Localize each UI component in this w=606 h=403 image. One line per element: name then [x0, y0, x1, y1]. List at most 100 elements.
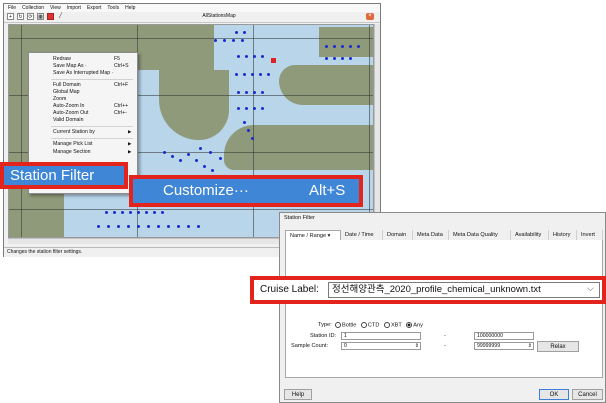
- station-dot[interactable]: [203, 165, 206, 168]
- station-dot[interactable]: [137, 225, 140, 228]
- map-tab-title[interactable]: AllStationsMap: [78, 13, 360, 20]
- station-dot[interactable]: [357, 45, 360, 48]
- sample-count-max-field[interactable]: 99999999 ⇕: [474, 342, 534, 350]
- station-dot[interactable]: [232, 39, 235, 42]
- station-dot[interactable]: [237, 91, 240, 94]
- station-dot[interactable]: [209, 151, 212, 154]
- vertical-scrollbar[interactable]: [374, 24, 380, 236]
- station-dot[interactable]: [105, 211, 108, 214]
- station-id-max-field[interactable]: 100000000: [474, 332, 534, 340]
- spinner-icon[interactable]: ⇕: [528, 343, 532, 350]
- station-filter-menu-item[interactable]: Station Filter: [0, 162, 128, 189]
- station-dot[interactable]: [267, 73, 270, 76]
- station-dot[interactable]: [219, 157, 222, 160]
- station-dot[interactable]: [261, 55, 264, 58]
- station-dot[interactable]: [247, 129, 250, 132]
- chevron-down-icon[interactable]: ⌵: [587, 283, 594, 294]
- menu-item-manage-pick-list[interactable]: Manage Pick List ▶: [29, 140, 137, 148]
- station-dot[interactable]: [261, 107, 264, 110]
- station-dot[interactable]: [243, 31, 246, 34]
- station-dot[interactable]: [235, 31, 238, 34]
- station-dot[interactable]: [187, 225, 190, 228]
- refresh-icon[interactable]: ↻: [17, 13, 24, 20]
- menu-tools[interactable]: Tools: [107, 4, 119, 12]
- tab-history[interactable]: History: [549, 230, 577, 240]
- pencil-icon[interactable]: ╱: [57, 13, 64, 20]
- station-dot[interactable]: [211, 169, 214, 172]
- station-dot[interactable]: [97, 225, 100, 228]
- station-dot[interactable]: [214, 39, 217, 42]
- spinner-icon[interactable]: ⇕: [415, 343, 419, 350]
- station-dot[interactable]: [137, 211, 140, 214]
- menu-collection[interactable]: Collection: [22, 4, 44, 12]
- tab-meta-data[interactable]: Meta Data: [413, 230, 449, 240]
- help-button[interactable]: Help: [284, 389, 312, 400]
- station-dot[interactable]: [325, 57, 328, 60]
- tab-name-range[interactable]: Name / Range ▾: [285, 230, 341, 240]
- menu-file[interactable]: File: [8, 4, 16, 12]
- station-dot[interactable]: [171, 155, 174, 158]
- station-dot[interactable]: [341, 45, 344, 48]
- station-dot[interactable]: [127, 225, 130, 228]
- sample-count-min-field[interactable]: 0 ⇕: [341, 342, 421, 350]
- tab-meta-data-quality[interactable]: Meta Data Quality: [449, 230, 511, 240]
- radio-xbt[interactable]: [383, 322, 390, 328]
- station-dot[interactable]: [163, 151, 166, 154]
- station-dot[interactable]: [241, 39, 244, 42]
- radio-bottle[interactable]: [335, 322, 341, 328]
- station-dot[interactable]: [113, 211, 116, 214]
- station-dot[interactable]: [129, 211, 132, 214]
- cancel-button[interactable]: Cancel: [572, 389, 603, 400]
- station-dot[interactable]: [253, 107, 256, 110]
- station-dot[interactable]: [147, 225, 150, 228]
- close-tab-icon[interactable]: ×: [366, 13, 374, 20]
- tab-domain[interactable]: Domain: [383, 230, 413, 240]
- station-dot[interactable]: [237, 55, 240, 58]
- menu-item-manage-section[interactable]: Manage Section ▶: [29, 148, 137, 156]
- station-dot[interactable]: [341, 57, 344, 60]
- station-dot[interactable]: [243, 121, 246, 124]
- station-dot[interactable]: [253, 55, 256, 58]
- reload-icon[interactable]: ⟳: [27, 13, 34, 20]
- station-dot[interactable]: [121, 211, 124, 214]
- station-dot[interactable]: [325, 45, 328, 48]
- station-dot[interactable]: [251, 137, 254, 140]
- selected-station-marker[interactable]: [271, 58, 276, 63]
- station-dot[interactable]: [199, 147, 202, 150]
- station-dot[interactable]: [195, 159, 198, 162]
- station-dot[interactable]: [179, 159, 182, 162]
- add-icon[interactable]: +: [7, 13, 14, 20]
- station-dot[interactable]: [253, 91, 256, 94]
- radio-any[interactable]: [406, 322, 413, 328]
- grid-icon[interactable]: ▦: [37, 13, 44, 20]
- station-dot[interactable]: [333, 45, 336, 48]
- station-dot[interactable]: [161, 211, 164, 214]
- menu-item-current-station-by[interactable]: Current Station by ▶: [29, 128, 137, 136]
- station-dot[interactable]: [349, 45, 352, 48]
- station-dot[interactable]: [243, 73, 246, 76]
- station-dot[interactable]: [237, 107, 240, 110]
- station-dot[interactable]: [187, 153, 190, 156]
- red-square-icon[interactable]: [47, 13, 54, 20]
- station-dot[interactable]: [197, 225, 200, 228]
- tab-date-time[interactable]: Date / Time: [341, 230, 383, 240]
- cruise-label-select[interactable]: 정선해양관측_2020_profile_chemical_unknown.txt: [328, 282, 600, 298]
- menu-item-valid-domain[interactable]: Valid Domain: [29, 116, 137, 124]
- station-dot[interactable]: [235, 73, 238, 76]
- station-dot[interactable]: [107, 225, 110, 228]
- station-dot[interactable]: [245, 107, 248, 110]
- station-dot[interactable]: [117, 225, 120, 228]
- station-dot[interactable]: [245, 55, 248, 58]
- station-dot[interactable]: [177, 225, 180, 228]
- station-dot[interactable]: [167, 225, 170, 228]
- station-dot[interactable]: [223, 39, 226, 42]
- ok-button[interactable]: OK: [539, 389, 569, 400]
- station-dot[interactable]: [157, 225, 160, 228]
- menu-export[interactable]: Export: [87, 4, 101, 12]
- station-dot[interactable]: [333, 57, 336, 60]
- station-dot[interactable]: [145, 211, 148, 214]
- radio-ctd[interactable]: [360, 322, 367, 328]
- station-dot[interactable]: [245, 91, 248, 94]
- customize-menu-item[interactable]: Customize··· Alt+S: [129, 175, 363, 207]
- menu-help[interactable]: Help: [125, 4, 135, 12]
